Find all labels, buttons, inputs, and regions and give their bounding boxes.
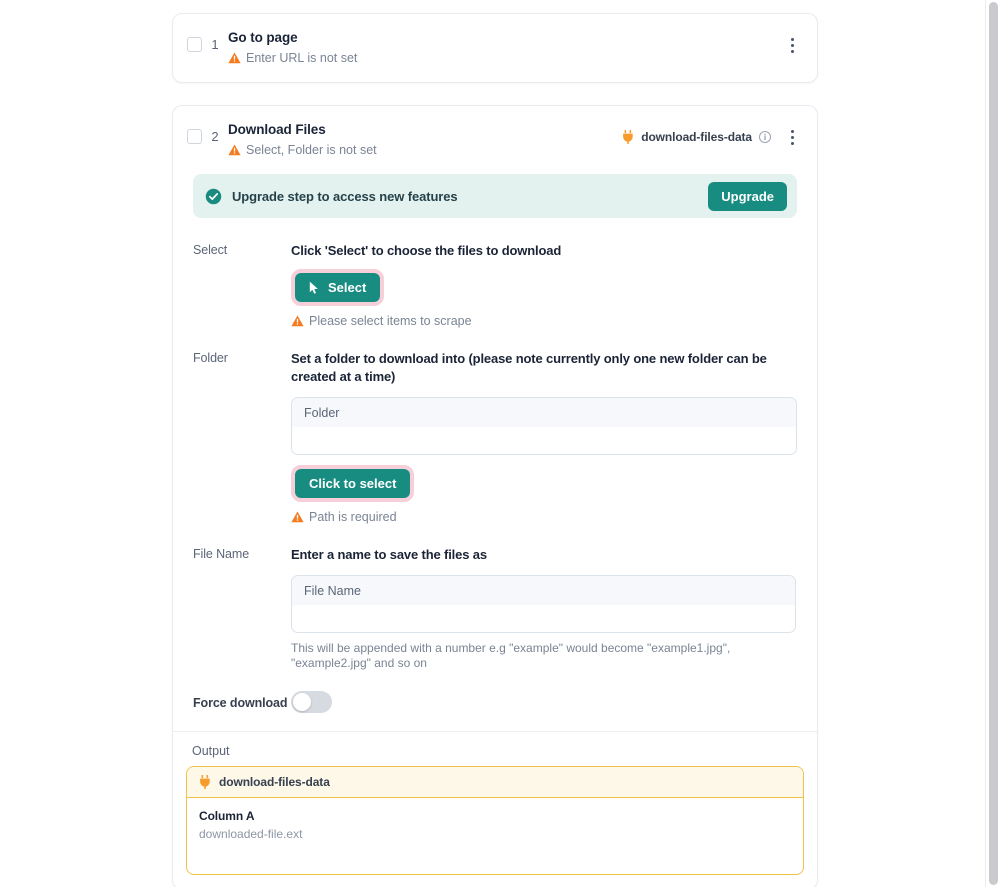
file-name-input[interactable]: File Name xyxy=(291,575,796,633)
workflow-builder-page: 1 Go to page Enter URL is not set 2 Down… xyxy=(0,0,1000,887)
step-2-checkbox[interactable] xyxy=(187,129,202,144)
folder-field-description: Set a folder to download into (please no… xyxy=(291,351,767,384)
field-row-folder: Folder Set a folder to download into (pl… xyxy=(193,350,797,524)
upgrade-banner-message: Upgrade step to access new features xyxy=(232,188,458,204)
select-field-error: Please select items to scrape xyxy=(291,314,797,328)
step-card-2[interactable]: 2 Download Files Select, Folder is not s… xyxy=(172,105,818,887)
select-button-highlight-ring: Select xyxy=(291,269,385,306)
step-1-menu-icon[interactable] xyxy=(783,35,801,55)
folder-button-highlight-ring: Click to select xyxy=(291,465,415,502)
file-name-input-placeholder: File Name xyxy=(292,576,795,605)
select-field-label: Select xyxy=(193,243,228,257)
scrollbar-thumb[interactable] xyxy=(989,2,998,885)
folder-field-control: Set a folder to download into (please no… xyxy=(291,350,797,524)
check-circle-icon xyxy=(205,188,222,204)
file-name-hint: This will be appended with a number e.g … xyxy=(291,641,731,670)
upgrade-button[interactable]: Upgrade xyxy=(708,181,787,211)
folder-click-to-select-button[interactable]: Click to select xyxy=(295,469,411,498)
step-card-1[interactable]: 1 Go to page Enter URL is not set xyxy=(172,13,818,83)
cursor-arrow-icon xyxy=(309,281,318,294)
step-2-header: 2 Download Files Select, Folder is not s… xyxy=(173,106,817,174)
file-name-field-control: Enter a name to save the files as File N… xyxy=(291,546,797,671)
step-2-actions: download-files-data i xyxy=(622,127,801,147)
step-1-actions xyxy=(777,35,801,55)
step-1-warning: Enter URL is not set xyxy=(228,49,777,67)
output-card: download-files-data Column A downloaded-… xyxy=(186,766,804,875)
select-button-label: Select xyxy=(328,280,367,295)
step-2-warning-text: Select, Folder is not set xyxy=(246,143,377,157)
field-row-force-download: Force download xyxy=(193,691,797,713)
folder-field-label: Folder xyxy=(193,351,228,365)
step-2-data-source-label: download-files-data xyxy=(641,130,752,144)
step-1-warning-text: Enter URL is not set xyxy=(246,51,358,65)
warning-triangle-icon xyxy=(291,511,304,523)
step-1-titles: Go to page Enter URL is not set xyxy=(228,29,777,67)
step-2-warning: Select, Folder is not set xyxy=(228,141,622,159)
warning-triangle-icon xyxy=(228,144,241,156)
force-download-toggle[interactable] xyxy=(291,691,332,713)
step-1-number: 1 xyxy=(211,37,219,52)
step-2-data-source-badge[interactable]: download-files-data i xyxy=(622,130,771,144)
folder-field-error-text: Path is required xyxy=(309,510,397,524)
warning-triangle-icon xyxy=(228,52,241,64)
page-scrollbar[interactable] xyxy=(985,0,1000,887)
folder-input-placeholder: Folder xyxy=(292,398,796,427)
plug-icon xyxy=(623,130,633,144)
output-card-header: download-files-data xyxy=(187,767,803,798)
step-2-title: Download Files xyxy=(228,122,326,137)
force-download-label: Force download xyxy=(193,696,288,710)
step-1-checkbox[interactable] xyxy=(187,37,202,52)
step-2-titles: Download Files Select, Folder is not set xyxy=(228,121,622,159)
output-source-label: download-files-data xyxy=(219,775,330,789)
plug-icon xyxy=(200,775,210,789)
file-name-field-label: File Name xyxy=(193,547,250,561)
output-column-sample: downloaded-file.ext xyxy=(199,827,303,841)
steps-column: 1 Go to page Enter URL is not set 2 Down… xyxy=(172,0,818,887)
output-card-body: Column A downloaded-file.ext xyxy=(187,798,803,874)
file-name-field-description: Enter a name to save the files as xyxy=(291,547,487,562)
select-button[interactable]: Select xyxy=(295,273,381,302)
select-field-error-text: Please select items to scrape xyxy=(309,314,472,328)
output-label: Output xyxy=(192,744,230,758)
field-row-select: Select Click 'Select' to choose the file… xyxy=(193,242,797,328)
step-2-fields: Select Click 'Select' to choose the file… xyxy=(173,218,817,713)
select-field-control: Click 'Select' to choose the files to do… xyxy=(291,242,797,328)
step-2-number: 2 xyxy=(211,129,219,144)
info-icon[interactable]: i xyxy=(759,131,771,143)
toggle-knob xyxy=(293,693,311,711)
force-download-control xyxy=(291,691,797,713)
select-field-description: Click 'Select' to choose the files to do… xyxy=(291,243,562,258)
output-section: Output download-files-data Column A down… xyxy=(173,732,817,887)
field-row-file-name: File Name Enter a name to save the files… xyxy=(193,546,797,671)
folder-input[interactable]: Folder xyxy=(291,397,797,455)
step-2-body: Upgrade step to access new features Upgr… xyxy=(173,174,817,887)
step-2-menu-icon[interactable] xyxy=(783,127,801,147)
warning-triangle-icon xyxy=(291,315,304,327)
step-1-title: Go to page xyxy=(228,30,298,45)
folder-field-error: Path is required xyxy=(291,510,797,524)
step-1-header: 1 Go to page Enter URL is not set xyxy=(173,14,817,82)
output-column-name: Column A xyxy=(199,809,255,823)
upgrade-banner: Upgrade step to access new features Upgr… xyxy=(193,174,797,218)
